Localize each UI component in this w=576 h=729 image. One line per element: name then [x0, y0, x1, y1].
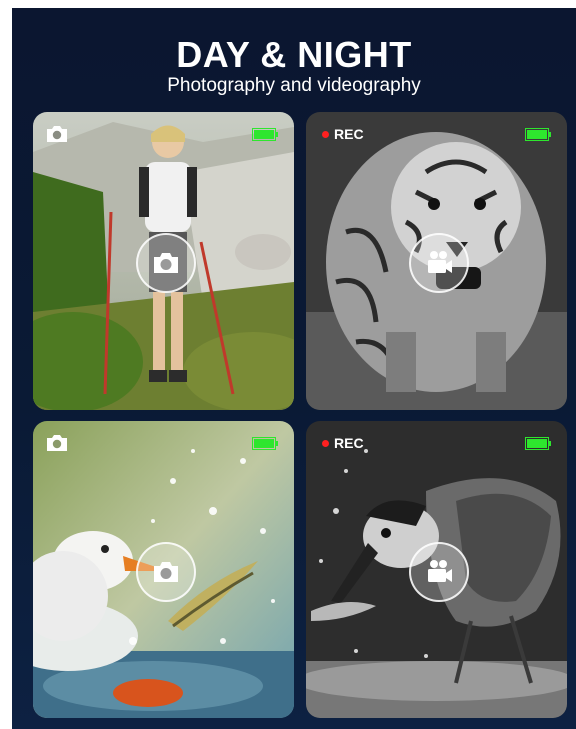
record-dot-icon: [322, 130, 329, 138]
record-video-button[interactable]: [408, 541, 469, 602]
record-dot-icon: [322, 439, 329, 447]
video-camera-icon: [427, 559, 452, 582]
capture-photo-button[interactable]: [135, 541, 196, 602]
capture-photo-button[interactable]: [135, 233, 196, 293]
video-card-heron: REC: [306, 421, 567, 718]
camera-icon: [47, 435, 67, 451]
rec-label: REC: [334, 126, 364, 142]
video-card-tiger: REC: [306, 112, 567, 410]
recording-indicator: REC: [322, 126, 364, 142]
battery-icon: [252, 437, 278, 450]
record-video-button[interactable]: [408, 233, 469, 293]
recording-indicator: REC: [322, 435, 364, 451]
battery-icon: [252, 128, 278, 141]
camera-icon: [153, 561, 178, 582]
photo-card-hiker: [33, 112, 294, 410]
camera-icon: [47, 126, 67, 142]
page-title: DAY & NIGHT: [176, 34, 412, 75]
photo-card-seagull: [33, 421, 294, 718]
battery-icon: [525, 437, 551, 450]
video-camera-icon: [427, 251, 452, 273]
rec-label: REC: [334, 435, 364, 451]
camera-icon: [153, 253, 178, 273]
battery-icon: [525, 128, 551, 141]
page-subtitle: Photography and videography: [167, 75, 421, 96]
